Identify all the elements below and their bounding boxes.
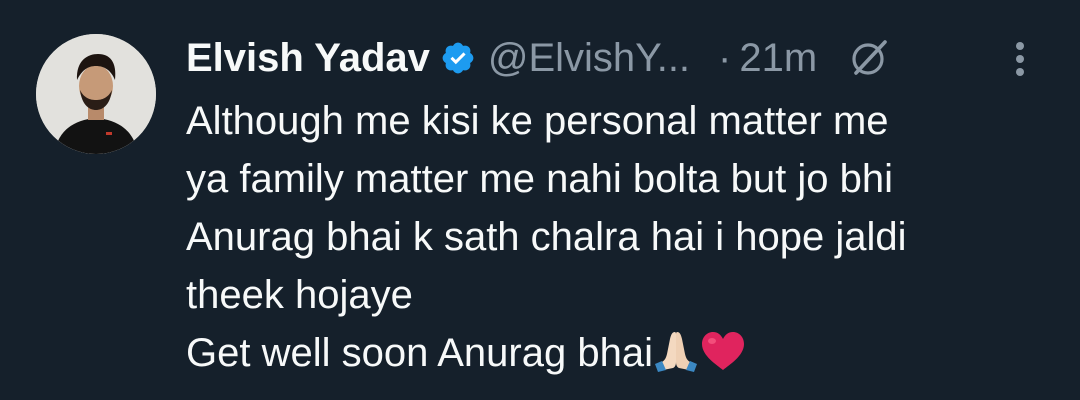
- separator-dot: ·: [718, 35, 732, 80]
- more-options-icon[interactable]: [1010, 40, 1030, 80]
- tweet-text-line: Although me kisi ke personal matter me: [186, 99, 889, 143]
- folded-hands-icon: [653, 330, 699, 388]
- timestamp[interactable]: 21m: [739, 36, 817, 81]
- verified-badge-icon: [440, 40, 476, 76]
- tweet-text-final: Get well soon Anurag bhai: [186, 331, 653, 375]
- author-name[interactable]: Elvish Yadav: [186, 36, 430, 81]
- grok-icon[interactable]: [847, 36, 891, 80]
- author-handle[interactable]: @ElvishY...: [488, 36, 690, 81]
- tweet-text-line-last: Get well soon Anurag bhai: [186, 324, 1066, 388]
- tweet-text-line: ya family matter me nahi bolta but jo bh…: [186, 157, 894, 201]
- tweet-text-line: theek hojaye: [186, 273, 413, 317]
- tweet[interactable]: Elvish Yadav @ElvishY... · 21m Although …: [0, 0, 1080, 400]
- tweet-header: Elvish Yadav @ElvishY... · 21m: [186, 30, 891, 86]
- avatar[interactable]: [36, 34, 156, 154]
- red-heart-icon: [699, 330, 747, 388]
- tweet-text: Although me kisi ke personal matter me y…: [186, 92, 1066, 388]
- tweet-text-line: Anurag bhai k sath chalra hai i hope jal…: [186, 215, 907, 259]
